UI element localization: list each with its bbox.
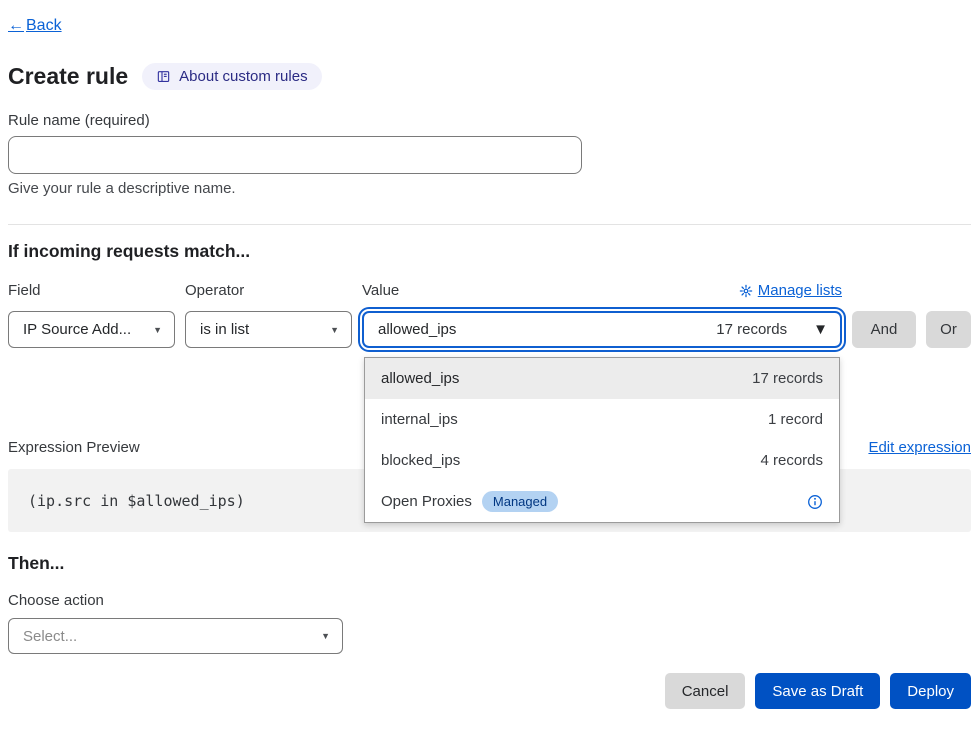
chevron-down-icon: ▼: [321, 631, 330, 641]
value-label-row: Value Manage lists: [362, 282, 842, 299]
list-option-name: internal_ips: [381, 411, 768, 428]
deploy-button[interactable]: Deploy: [890, 673, 971, 709]
value-label: Value: [362, 282, 399, 299]
manage-lists-link[interactable]: Manage lists: [739, 282, 842, 299]
action-select-placeholder: Select...: [23, 628, 77, 645]
list-option-record-count: 1 record: [768, 411, 823, 428]
create-rule-page: ←Back Create rule About custom rules Rul…: [0, 0, 979, 709]
back-arrow-icon: ←: [8, 17, 24, 35]
chevron-down-icon: ▼: [153, 325, 162, 335]
manage-lists-label: Manage lists: [758, 282, 842, 299]
chevron-down-icon: ▼: [813, 321, 828, 338]
list-option-record-count: 17 records: [752, 370, 823, 387]
footer-actions: Cancel Save as Draft Deploy: [8, 673, 971, 709]
value-select[interactable]: allowed_ips 17 records ▼: [362, 311, 842, 348]
field-select-value: IP Source Add...: [23, 321, 131, 338]
book-icon: [156, 69, 171, 84]
value-select-record-count: 17 records: [716, 321, 787, 338]
list-option-name: allowed_ips: [381, 370, 752, 387]
rule-name-helper-text: Give your rule a descriptive name.: [8, 180, 971, 197]
choose-action-label: Choose action: [8, 592, 971, 609]
value-column: Value Manage lists allowed_ips 17 record…: [362, 282, 842, 348]
info-icon[interactable]: [807, 494, 823, 510]
about-custom-rules-link[interactable]: About custom rules: [142, 63, 321, 90]
field-column: Field IP Source Add... ▼: [8, 282, 175, 348]
action-select[interactable]: Select... ▼: [8, 618, 343, 654]
match-section-heading: If incoming requests match...: [8, 241, 971, 262]
gear-icon: [739, 284, 753, 298]
or-button[interactable]: Or: [926, 311, 971, 348]
section-divider: [8, 224, 971, 225]
list-option-name: blocked_ips: [381, 452, 760, 469]
operator-select[interactable]: is in list ▼: [185, 311, 352, 348]
expression-preview-label: Expression Preview: [8, 439, 140, 456]
expression-code: (ip.src in $allowed_ips): [28, 492, 245, 510]
back-link[interactable]: ←Back: [8, 17, 62, 35]
list-option-allowed-ips[interactable]: allowed_ips 17 records: [365, 358, 839, 399]
edit-expression-link[interactable]: Edit expression: [868, 439, 971, 456]
field-label: Field: [8, 282, 175, 299]
condition-builder-row: Field IP Source Add... ▼ Operator is in …: [8, 282, 971, 348]
rule-name-input[interactable]: [8, 136, 582, 174]
list-dropdown-panel: allowed_ips 17 records internal_ips 1 re…: [364, 357, 840, 523]
cancel-button[interactable]: Cancel: [665, 673, 746, 709]
operator-label: Operator: [185, 282, 352, 299]
field-select[interactable]: IP Source Add... ▼: [8, 311, 175, 348]
page-header: Create rule About custom rules: [8, 63, 971, 90]
and-button[interactable]: And: [852, 311, 916, 348]
operator-select-value: is in list: [200, 321, 249, 338]
rule-name-label: Rule name (required): [8, 112, 971, 129]
about-custom-rules-label: About custom rules: [179, 68, 307, 85]
save-as-draft-button[interactable]: Save as Draft: [755, 673, 880, 709]
back-link-label: Back: [26, 17, 62, 35]
operator-column: Operator is in list ▼: [185, 282, 352, 348]
page-title: Create rule: [8, 63, 128, 90]
list-option-blocked-ips[interactable]: blocked_ips 4 records: [365, 440, 839, 481]
list-option-record-count: 4 records: [760, 452, 823, 469]
managed-badge: Managed: [482, 491, 558, 512]
list-option-internal-ips[interactable]: internal_ips 1 record: [365, 399, 839, 440]
then-section-heading: Then...: [8, 553, 971, 574]
value-select-selected: allowed_ips: [378, 321, 716, 338]
chevron-down-icon: ▼: [330, 325, 339, 335]
list-option-name: Open Proxies: [381, 493, 472, 510]
list-option-open-proxies[interactable]: Open Proxies Managed: [365, 481, 839, 522]
